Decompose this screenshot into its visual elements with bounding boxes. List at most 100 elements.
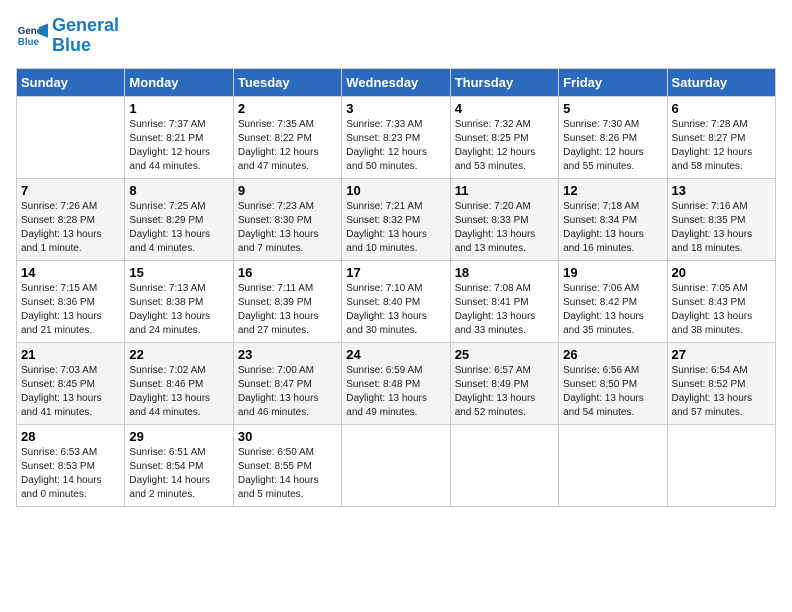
day-info: Sunrise: 7:02 AMSunset: 8:46 PMDaylight:…	[129, 364, 228, 420]
calendar-table: SundayMondayTuesdayWednesdayThursdayFrid…	[16, 68, 776, 507]
day-info: Sunrise: 7:10 AMSunset: 8:40 PMDaylight:…	[346, 282, 445, 338]
day-number: 14	[21, 265, 120, 280]
day-info: Sunrise: 7:32 AMSunset: 8:25 PMDaylight:…	[455, 118, 554, 174]
day-number: 22	[129, 347, 228, 362]
day-number: 5	[563, 101, 662, 116]
day-info: Sunrise: 6:51 AMSunset: 8:54 PMDaylight:…	[129, 446, 228, 502]
day-number: 15	[129, 265, 228, 280]
day-number: 16	[238, 265, 337, 280]
day-number: 7	[21, 183, 120, 198]
day-number: 17	[346, 265, 445, 280]
day-info: Sunrise: 7:13 AMSunset: 8:38 PMDaylight:…	[129, 282, 228, 338]
day-number: 4	[455, 101, 554, 116]
day-number: 10	[346, 183, 445, 198]
day-info: Sunrise: 7:16 AMSunset: 8:35 PMDaylight:…	[672, 200, 771, 256]
calendar-cell: 2 Sunrise: 7:35 AMSunset: 8:22 PMDaylight…	[233, 96, 341, 178]
svg-text:Blue: Blue	[18, 37, 40, 48]
day-number: 26	[563, 347, 662, 362]
calendar-cell: 29 Sunrise: 6:51 AMSunset: 8:54 PMDayligh…	[125, 424, 233, 506]
day-number: 30	[238, 429, 337, 444]
col-header-thursday: Thursday	[450, 68, 558, 96]
day-info: Sunrise: 6:50 AMSunset: 8:55 PMDaylight:…	[238, 446, 337, 502]
day-info: Sunrise: 7:30 AMSunset: 8:26 PMDaylight:…	[563, 118, 662, 174]
day-number: 25	[455, 347, 554, 362]
day-info: Sunrise: 7:06 AMSunset: 8:42 PMDaylight:…	[563, 282, 662, 338]
calendar-cell	[342, 424, 450, 506]
calendar-cell	[559, 424, 667, 506]
day-number: 3	[346, 101, 445, 116]
day-info: Sunrise: 6:59 AMSunset: 8:48 PMDaylight:…	[346, 364, 445, 420]
day-number: 8	[129, 183, 228, 198]
day-number: 12	[563, 183, 662, 198]
day-info: Sunrise: 7:23 AMSunset: 8:30 PMDaylight:…	[238, 200, 337, 256]
calendar-cell	[667, 424, 775, 506]
calendar-cell: 16 Sunrise: 7:11 AMSunset: 8:39 PMDayligh…	[233, 260, 341, 342]
day-info: Sunrise: 7:15 AMSunset: 8:36 PMDaylight:…	[21, 282, 120, 338]
day-number: 19	[563, 265, 662, 280]
day-info: Sunrise: 7:26 AMSunset: 8:28 PMDaylight:…	[21, 200, 120, 256]
calendar-cell: 7 Sunrise: 7:26 AMSunset: 8:28 PMDaylight…	[17, 178, 125, 260]
day-info: Sunrise: 7:21 AMSunset: 8:32 PMDaylight:…	[346, 200, 445, 256]
day-info: Sunrise: 7:03 AMSunset: 8:45 PMDaylight:…	[21, 364, 120, 420]
col-header-wednesday: Wednesday	[342, 68, 450, 96]
col-header-tuesday: Tuesday	[233, 68, 341, 96]
calendar-cell: 5 Sunrise: 7:30 AMSunset: 8:26 PMDaylight…	[559, 96, 667, 178]
day-number: 21	[21, 347, 120, 362]
col-header-friday: Friday	[559, 68, 667, 96]
calendar-cell: 22 Sunrise: 7:02 AMSunset: 8:46 PMDayligh…	[125, 342, 233, 424]
day-number: 1	[129, 101, 228, 116]
calendar-cell: 26 Sunrise: 6:56 AMSunset: 8:50 PMDayligh…	[559, 342, 667, 424]
day-number: 9	[238, 183, 337, 198]
day-info: Sunrise: 7:05 AMSunset: 8:43 PMDaylight:…	[672, 282, 771, 338]
page-header: General Blue GeneralBlue	[16, 16, 776, 56]
day-info: Sunrise: 7:20 AMSunset: 8:33 PMDaylight:…	[455, 200, 554, 256]
logo-text: GeneralBlue	[52, 16, 119, 56]
calendar-cell: 1 Sunrise: 7:37 AMSunset: 8:21 PMDaylight…	[125, 96, 233, 178]
calendar-cell: 13 Sunrise: 7:16 AMSunset: 8:35 PMDayligh…	[667, 178, 775, 260]
calendar-cell: 9 Sunrise: 7:23 AMSunset: 8:30 PMDaylight…	[233, 178, 341, 260]
day-info: Sunrise: 7:35 AMSunset: 8:22 PMDaylight:…	[238, 118, 337, 174]
day-info: Sunrise: 7:33 AMSunset: 8:23 PMDaylight:…	[346, 118, 445, 174]
calendar-cell: 23Sunrise: 7:00 AMSunset: 8:47 PMDayligh…	[233, 342, 341, 424]
calendar-cell: 14 Sunrise: 7:15 AMSunset: 8:36 PMDayligh…	[17, 260, 125, 342]
day-info: Sunrise: 6:54 AMSunset: 8:52 PMDaylight:…	[672, 364, 771, 420]
calendar-cell: 30 Sunrise: 6:50 AMSunset: 8:55 PMDayligh…	[233, 424, 341, 506]
calendar-cell	[450, 424, 558, 506]
logo-icon: General Blue	[16, 20, 48, 52]
day-info: Sunrise: 6:53 AMSunset: 8:53 PMDaylight:…	[21, 446, 120, 502]
calendar-cell: 15 Sunrise: 7:13 AMSunset: 8:38 PMDayligh…	[125, 260, 233, 342]
calendar-cell: 21 Sunrise: 7:03 AMSunset: 8:45 PMDayligh…	[17, 342, 125, 424]
day-info: Sunrise: 7:08 AMSunset: 8:41 PMDaylight:…	[455, 282, 554, 338]
day-number: 11	[455, 183, 554, 198]
day-info: Sunrise: 6:56 AMSunset: 8:50 PMDaylight:…	[563, 364, 662, 420]
col-header-saturday: Saturday	[667, 68, 775, 96]
calendar-cell: 3 Sunrise: 7:33 AMSunset: 8:23 PMDaylight…	[342, 96, 450, 178]
logo: General Blue GeneralBlue	[16, 16, 119, 56]
day-number: 6	[672, 101, 771, 116]
calendar-cell: 20Sunrise: 7:05 AMSunset: 8:43 PMDayligh…	[667, 260, 775, 342]
day-info: Sunrise: 6:57 AMSunset: 8:49 PMDaylight:…	[455, 364, 554, 420]
day-info: Sunrise: 7:00 AMSunset: 8:47 PMDaylight:…	[238, 364, 337, 420]
day-info: Sunrise: 7:37 AMSunset: 8:21 PMDaylight:…	[129, 118, 228, 174]
calendar-cell: 4 Sunrise: 7:32 AMSunset: 8:25 PMDaylight…	[450, 96, 558, 178]
calendar-cell: 25 Sunrise: 6:57 AMSunset: 8:49 PMDayligh…	[450, 342, 558, 424]
calendar-cell: 6 Sunrise: 7:28 AMSunset: 8:27 PMDaylight…	[667, 96, 775, 178]
day-info: Sunrise: 7:18 AMSunset: 8:34 PMDaylight:…	[563, 200, 662, 256]
calendar-cell: 19 Sunrise: 7:06 AMSunset: 8:42 PMDayligh…	[559, 260, 667, 342]
calendar-cell: 8Sunrise: 7:25 AMSunset: 8:29 PMDaylight…	[125, 178, 233, 260]
calendar-cell: 24Sunrise: 6:59 AMSunset: 8:48 PMDayligh…	[342, 342, 450, 424]
day-number: 18	[455, 265, 554, 280]
day-number: 28	[21, 429, 120, 444]
day-info: Sunrise: 7:28 AMSunset: 8:27 PMDaylight:…	[672, 118, 771, 174]
calendar-cell: 28 Sunrise: 6:53 AMSunset: 8:53 PMDayligh…	[17, 424, 125, 506]
day-number: 2	[238, 101, 337, 116]
day-number: 27	[672, 347, 771, 362]
calendar-cell: 12 Sunrise: 7:18 AMSunset: 8:34 PMDayligh…	[559, 178, 667, 260]
calendar-cell	[17, 96, 125, 178]
calendar-cell: 11 Sunrise: 7:20 AMSunset: 8:33 PMDayligh…	[450, 178, 558, 260]
calendar-cell: 17 Sunrise: 7:10 AMSunset: 8:40 PMDayligh…	[342, 260, 450, 342]
day-number: 29	[129, 429, 228, 444]
col-header-monday: Monday	[125, 68, 233, 96]
day-number: 13	[672, 183, 771, 198]
day-info: Sunrise: 7:11 AMSunset: 8:39 PMDaylight:…	[238, 282, 337, 338]
